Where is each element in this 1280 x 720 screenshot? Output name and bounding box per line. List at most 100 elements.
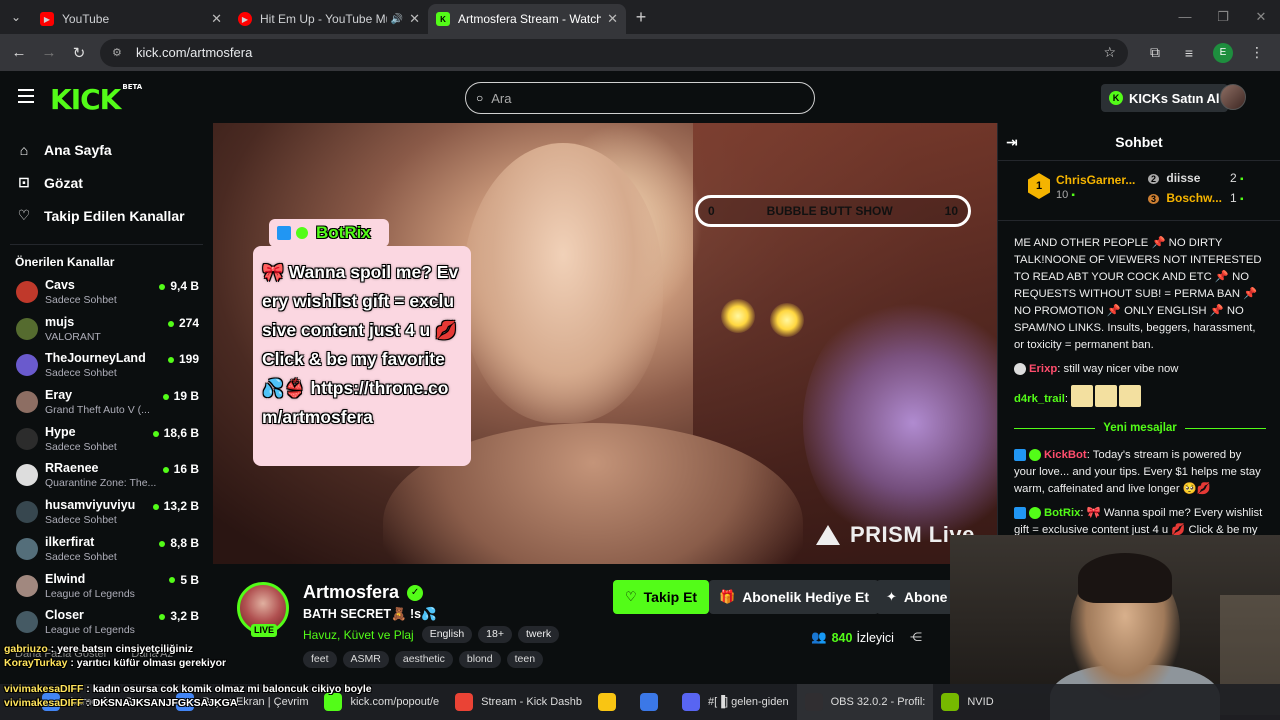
new-tab-button[interactable]: +: [626, 7, 656, 28]
browser-tab-youtube[interactable]: ▶ YouTube ✕: [32, 4, 230, 34]
live-dot-icon: [167, 357, 174, 364]
speaker-icon[interactable]: 🔊: [391, 14, 403, 25]
kick-logo[interactable]: KICK BETA: [50, 83, 142, 116]
taskbar-item[interactable]: OBS 32.0.2 - Profil:: [796, 684, 934, 720]
sidebar-channel[interactable]: mujs VALORANT 274: [0, 314, 213, 351]
browser-menu-icon[interactable]: ⋮: [1240, 44, 1274, 61]
media-control-icon[interactable]: ≡: [1172, 45, 1206, 61]
channel-avatar: [16, 427, 38, 450]
site-info-icon[interactable]: ⚙: [112, 46, 126, 60]
sidebar-item-browse[interactable]: ⊡ Gözat: [0, 166, 213, 199]
taskbar-item[interactable]: [590, 684, 632, 720]
search-input[interactable]: ○ Ara: [465, 82, 815, 114]
chat-username[interactable]: Erixp: [1029, 363, 1057, 375]
chat-text: : still way nicer vibe now: [1057, 363, 1179, 375]
gift-sub-label: Abonelik Hediye Et: [742, 589, 869, 605]
bot-badge-icon: [1014, 449, 1026, 462]
address-bar[interactable]: ⚙ kick.com/artmosfera ☆: [100, 38, 1128, 67]
chat-username[interactable]: KickBot: [1044, 449, 1087, 461]
channel-category: League of Legends: [45, 624, 135, 637]
channel-viewers: 274: [167, 316, 199, 330]
tab-search-chevron-icon[interactable]: ⌄: [0, 0, 32, 34]
url-text: kick.com/artmosfera: [136, 45, 253, 60]
close-tab-icon[interactable]: ✕: [607, 11, 618, 27]
gifter-name[interactable]: ChrisGarner...: [1056, 173, 1135, 187]
sidebar-channel[interactable]: ilkerfirat Sadece Sohbet 8,8 B: [0, 534, 213, 571]
sidebar-channel[interactable]: Eray Grand Theft Auto V (... 19 B: [0, 387, 213, 424]
user-avatar[interactable]: [1220, 84, 1246, 110]
overlay-text: : DKSNAJKSANJFGKSAJKGA: [83, 696, 238, 709]
taskbar-item[interactable]: #[▐] gelen-giden: [674, 684, 797, 720]
sidebar-channel[interactable]: Cavs Sadece Sohbet 9,4 B: [0, 277, 213, 314]
nav-label: Ana Sayfa: [44, 141, 112, 158]
gifter-name[interactable]: Boschw...: [1166, 191, 1222, 205]
botrix-overlay-message: 🎀 Wanna spoil me? Every wishlist gift = …: [262, 262, 459, 427]
back-icon[interactable]: ←: [4, 44, 34, 61]
channel-avatar: [16, 281, 38, 303]
chat-message: KickBot: Today's stream is powered by yo…: [1014, 447, 1266, 498]
taskbar-item[interactable]: NVID: [933, 684, 1001, 720]
close-tab-icon[interactable]: ✕: [211, 11, 222, 27]
candle-light: [770, 303, 804, 337]
emote-icon: [1119, 385, 1142, 407]
sparkle-icon: ✦: [886, 589, 897, 604]
channel-name[interactable]: Artmosfera: [303, 582, 399, 603]
maximize-icon[interactable]: ❐: [1204, 0, 1242, 34]
sidebar-channel[interactable]: husamviyuviyu Sadece Sohbet 13,2 B: [0, 497, 213, 534]
buy-kicks-button[interactable]: K KICKs Satın Al: [1101, 84, 1228, 112]
menu-icon[interactable]: [18, 89, 34, 103]
forward-icon[interactable]: →: [34, 44, 64, 61]
youtube-music-icon: ▶: [238, 12, 252, 26]
gift-sub-button[interactable]: 🎁 Abonelik Hediye Et: [709, 580, 879, 614]
browser-tab-bar: ⌄ ▶ YouTube ✕ ▶ Hit Em Up - YouTube Musi…: [0, 0, 1280, 34]
gifter-count: 1 ▪: [1230, 191, 1244, 205]
browser-tab-kick[interactable]: K Artmosfera Stream - Watch Live ✕: [428, 4, 626, 34]
live-dot-icon: [162, 467, 169, 474]
sidebar-channel[interactable]: Hype Sadece Sohbet 18,6 B: [0, 424, 213, 461]
sidebar-channel[interactable]: Closer League of Legends 3,2 B: [0, 607, 213, 644]
browser-tab-youtube-music[interactable]: ▶ Hit Em Up - YouTube Music 🔊 ✕: [230, 4, 428, 34]
collapse-chat-icon[interactable]: ⇥: [1006, 134, 1018, 151]
gift-count: 10: [1056, 189, 1069, 201]
mature-pill[interactable]: 18+: [478, 626, 512, 643]
taskbar-item[interactable]: [632, 684, 674, 720]
nav-label: Gözat: [44, 174, 83, 191]
sidebar-channel[interactable]: TheJourneyLand Sadece Sohbet 199: [0, 350, 213, 387]
chat-username[interactable]: BotRix: [1044, 507, 1080, 519]
channel-category: Quarantine Zone: The...: [45, 477, 157, 490]
new-messages-label: Yeni mesajlar: [1103, 422, 1177, 434]
follow-button[interactable]: ♡ Takip Et: [613, 580, 710, 614]
sidebar-item-following[interactable]: ♡ Takip Edilen Kanallar: [0, 199, 213, 232]
gifter-2: 2 diisse: [1148, 171, 1200, 185]
rank-3-badge-icon: 3: [1148, 194, 1160, 204]
gifter-name[interactable]: diisse: [1166, 171, 1200, 185]
live-dot-icon: [162, 393, 169, 400]
close-tab-icon[interactable]: ✕: [409, 11, 420, 27]
channel-viewers: 16 B: [162, 462, 199, 476]
kicks-coin-icon: K: [1109, 91, 1123, 105]
channel-category: Grand Theft Auto V (...: [45, 404, 150, 417]
share-icon[interactable]: ⋲: [910, 630, 922, 644]
reload-icon[interactable]: ↻: [64, 44, 94, 62]
sidebar-item-home[interactable]: ⌂ Ana Sayfa: [0, 133, 213, 166]
channel-avatar: [16, 354, 38, 377]
sidebar-channel[interactable]: RRaenee Quarantine Zone: The... 16 B: [0, 460, 213, 497]
sidebar-channel[interactable]: Elwind League of Legends 5 B: [0, 571, 213, 608]
language-pill[interactable]: English: [421, 626, 473, 643]
profile-avatar[interactable]: E: [1213, 42, 1233, 63]
live-dot-icon: [169, 577, 176, 584]
bookmark-star-icon[interactable]: ☆: [1103, 44, 1116, 61]
video-player[interactable]: BotRix 🎀 Wanna spoil me? Every wishlist …: [213, 123, 997, 564]
category-row: Havuz, Küvet ve Plaj English 18+ twerk: [303, 626, 565, 643]
tag-pill[interactable]: twerk: [517, 626, 560, 643]
minimize-icon[interactable]: —: [1166, 0, 1204, 34]
chat-username[interactable]: d4rk_trail: [1014, 393, 1065, 405]
emote-group: [1071, 385, 1143, 413]
goal-end: 10: [944, 204, 958, 218]
close-window-icon[interactable]: ✕: [1242, 0, 1280, 34]
stream-category[interactable]: Havuz, Küvet ve Plaj: [303, 628, 414, 642]
beta-badge: BETA: [122, 83, 143, 91]
search-icon: ○: [476, 91, 484, 105]
verified-badge-icon: [1029, 449, 1041, 462]
extensions-icon[interactable]: ⧉: [1138, 44, 1172, 61]
